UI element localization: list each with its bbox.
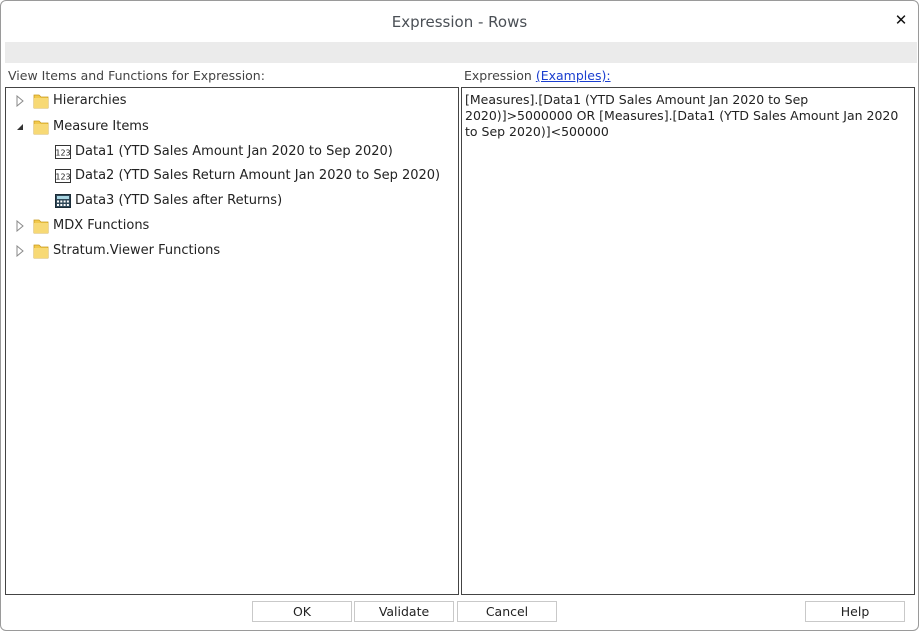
tree-node-mdx-functions[interactable]: MDX Functions bbox=[6, 216, 446, 236]
svg-text:123: 123 bbox=[55, 149, 70, 158]
expand-arrow-icon[interactable] bbox=[14, 220, 26, 232]
expression-dialog: Expression - Rows ✕ View Items and Funct… bbox=[0, 0, 919, 631]
dialog-title: Expression - Rows bbox=[391, 13, 528, 31]
toolbar-strip bbox=[5, 42, 917, 63]
tree-node-data3[interactable]: Data3 (YTD Sales after Returns) bbox=[6, 191, 446, 211]
close-button[interactable]: ✕ bbox=[892, 11, 910, 31]
expression-editor[interactable]: [Measures].[Data1 (YTD Sales Amount Jan … bbox=[461, 87, 915, 595]
folder-icon bbox=[33, 244, 49, 259]
tree-node-label: Data1 (YTD Sales Amount Jan 2020 to Sep … bbox=[75, 144, 393, 159]
tree-node-label: Measure Items bbox=[53, 119, 149, 134]
cancel-button[interactable]: Cancel bbox=[457, 601, 557, 622]
tree-node-label: Stratum.Viewer Functions bbox=[53, 243, 221, 258]
tree-node-label: MDX Functions bbox=[53, 218, 150, 233]
tree-node-data2[interactable]: 123 Data2 (YTD Sales Return Amount Jan 2… bbox=[6, 166, 446, 186]
tree-node-label: Data2 (YTD Sales Return Amount Jan 2020 … bbox=[75, 168, 441, 183]
tree-node-label: Data3 (YTD Sales after Returns) bbox=[75, 193, 283, 208]
tree-node-data1[interactable]: 123 Data1 (YTD Sales Amount Jan 2020 to … bbox=[6, 142, 446, 162]
right-panel-heading: Expression (Examples): bbox=[464, 68, 611, 83]
tree-node-label: Hierarchies bbox=[53, 93, 127, 108]
validate-button[interactable]: Validate bbox=[354, 601, 454, 622]
tree-node-hierarchies[interactable]: Hierarchies bbox=[6, 91, 446, 111]
examples-link[interactable]: (Examples): bbox=[536, 68, 611, 83]
folder-icon bbox=[33, 94, 49, 109]
folder-icon bbox=[33, 120, 49, 135]
folder-icon bbox=[33, 219, 49, 234]
calculator-icon bbox=[55, 194, 71, 208]
tree-node-stratum-viewer-functions[interactable]: Stratum.Viewer Functions bbox=[6, 241, 446, 261]
help-button[interactable]: Help bbox=[805, 601, 905, 622]
numeric-measure-icon: 123 bbox=[55, 169, 71, 183]
expand-arrow-icon[interactable] bbox=[14, 245, 26, 257]
items-tree-panel[interactable]: Hierarchies Measure Items 123 Data1 (YTD… bbox=[5, 87, 459, 595]
close-icon: ✕ bbox=[894, 11, 908, 29]
expand-arrow-icon[interactable] bbox=[14, 95, 26, 107]
left-panel-heading: View Items and Functions for Expression: bbox=[8, 68, 265, 83]
ok-button[interactable]: OK bbox=[252, 601, 352, 622]
numeric-measure-icon: 123 bbox=[55, 145, 71, 159]
expression-label: Expression bbox=[464, 68, 532, 83]
expression-text[interactable]: [Measures].[Data1 (YTD Sales Amount Jan … bbox=[465, 92, 911, 140]
tree-node-measure-items[interactable]: Measure Items bbox=[6, 117, 446, 137]
svg-text:123: 123 bbox=[55, 173, 70, 182]
collapse-arrow-icon[interactable] bbox=[14, 121, 26, 133]
title-bar: Expression - Rows bbox=[2, 2, 917, 42]
